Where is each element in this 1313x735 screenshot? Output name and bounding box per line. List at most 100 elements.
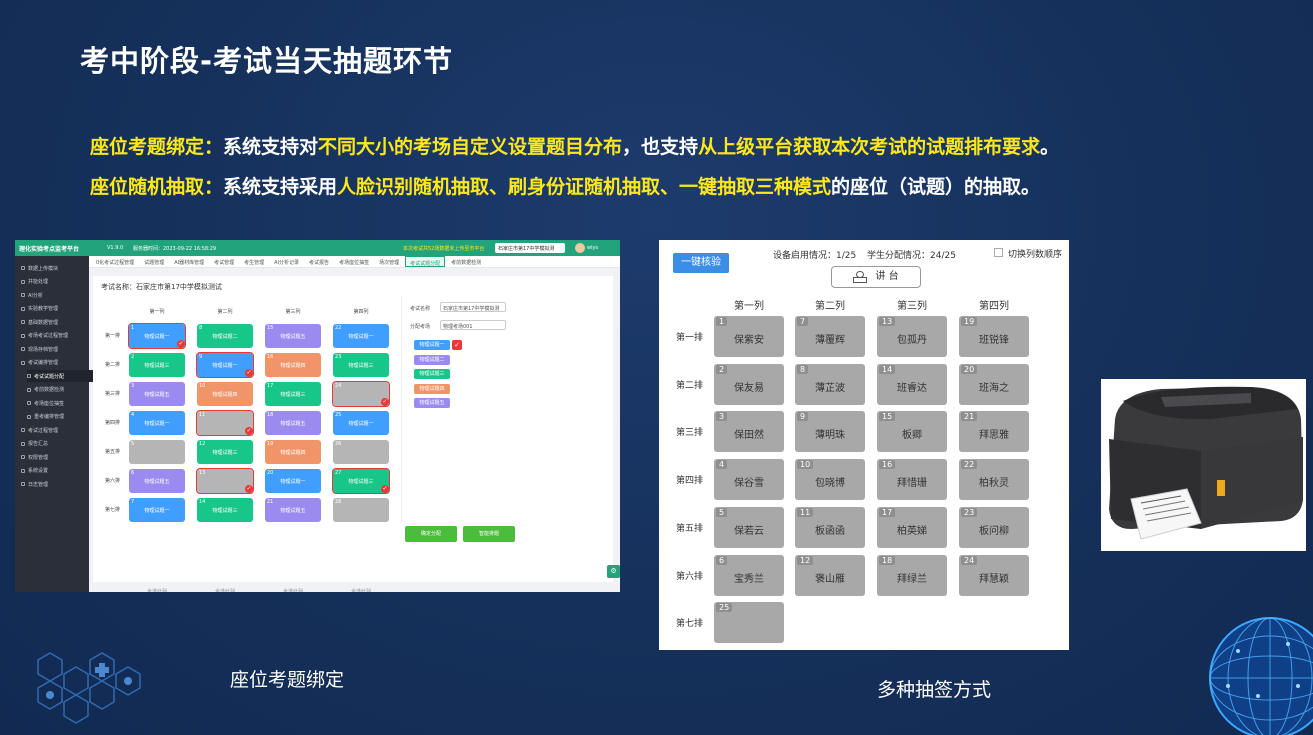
seat-cell[interactable]: 24 拜慧颖 — [959, 554, 1029, 596]
question-tag[interactable]: 物理试题四 — [414, 383, 450, 394]
select-all-column-checkbox[interactable]: 全选此列 — [333, 588, 389, 592]
seat-cell[interactable]: 12 物理试题三 — [197, 440, 253, 464]
seat-cell[interactable]: 1 物理试题一 ✓ — [128, 323, 186, 349]
avatar[interactable] — [575, 243, 585, 253]
seat-cell[interactable]: 28 — [333, 498, 389, 522]
seat-cell[interactable]: 19 班锐锋 — [959, 316, 1029, 357]
seat-cell[interactable]: 22 柏秋灵 — [959, 459, 1029, 501]
seat-cell[interactable]: 5 — [129, 440, 185, 464]
seat-cell[interactable]: 19 物理试题四 — [265, 440, 321, 464]
tab[interactable]: AI分析记录 — [270, 256, 303, 267]
seat-cell[interactable]: 7 薄覆辉 — [795, 316, 865, 357]
sidebar-item[interactable]: 考场座位抽签 — [27, 397, 95, 409]
seat-cell[interactable]: 4 保谷雪 — [714, 459, 784, 501]
seat-cell[interactable]: 26 — [333, 440, 389, 464]
exam-name-select[interactable]: 石家庄市第17中学模拟测 — [440, 302, 506, 312]
question-tag[interactable]: 物理试题三 — [414, 369, 450, 379]
one-click-verify-button[interactable]: 一键核验 — [673, 253, 729, 273]
seat-cell[interactable]: 21 物理试题五 — [265, 498, 321, 522]
room-select[interactable]: 物理考场001 — [440, 320, 506, 330]
sidebar-item[interactable]: 报告汇总 — [21, 438, 89, 450]
seat-cell[interactable]: 20 物理试题一 — [265, 469, 321, 493]
seat-cell[interactable]: 25 — [714, 602, 784, 644]
seat-cell[interactable]: 9 薄明珠 — [795, 411, 865, 453]
sidebar-item[interactable]: 考场考试过程管理 — [21, 330, 89, 342]
school-select[interactable]: 石家庄市第17中学模拟测 — [495, 243, 565, 253]
seat-cell[interactable]: 24 ✓ — [332, 381, 390, 407]
seat-cell[interactable]: 2 物理试题三 — [129, 353, 185, 377]
select-all-column-checkbox[interactable]: 全选此列 — [129, 588, 185, 592]
sidebar-item[interactable]: 重考编排管理 — [27, 411, 95, 423]
sidebar-item[interactable]: 考前数据检测 — [27, 384, 95, 396]
select-all-column-checkbox[interactable]: 全选此列 — [197, 588, 253, 592]
seat-cell[interactable]: 3 保田然 — [714, 411, 784, 453]
smart-arrange-button[interactable]: 智能排题 — [463, 526, 515, 542]
tab[interactable]: 0化考试过程管理 — [92, 256, 138, 267]
seat-cell[interactable]: 21 拜思雅 — [959, 411, 1029, 453]
question-tag[interactable]: 物理试题五 — [414, 398, 450, 408]
seat-cell[interactable]: 14 班睿达 — [877, 363, 947, 405]
seat-cell[interactable]: 16 拜惜珊 — [877, 459, 947, 501]
seat-cell[interactable]: 22 物理试题一 — [333, 324, 389, 348]
tab[interactable]: 考试试题分配 — [405, 256, 446, 267]
upload-notice[interactable]: 本次考试共52场数据未上传至市平台 — [403, 245, 484, 252]
sidebar-item[interactable]: 现场存档管理 — [21, 343, 89, 355]
seat-cell[interactable]: 17 柏英娣 — [877, 506, 947, 548]
seat-cell[interactable]: 23 板问柳 — [959, 506, 1029, 548]
seat-cell[interactable]: 9 物理试题一 ✓ — [196, 352, 254, 378]
seat-cell[interactable]: 13 包孤丹 — [877, 316, 947, 357]
tab[interactable]: 考试报告 — [305, 256, 333, 267]
seat-cell[interactable]: 8 薄芷波 — [795, 363, 865, 405]
settings-float-icon[interactable]: ⚙ — [607, 565, 620, 578]
sidebar-item[interactable]: 考试过程管理 — [21, 424, 89, 436]
seat-cell[interactable]: 17 物理试题三 — [265, 382, 321, 406]
seat-cell[interactable]: 15 物理试题五 — [265, 324, 321, 348]
seat-cell[interactable]: 11 板函函 — [795, 506, 865, 548]
sidebar-item[interactable]: 实验教学管理 — [21, 303, 89, 315]
sidebar-item[interactable]: 并能处理 — [21, 276, 89, 288]
seat-cell[interactable]: 27 物理试题三 ✓ — [332, 468, 390, 494]
tab[interactable]: 考生管理 — [240, 256, 268, 267]
select-all-column-checkbox[interactable]: 全选此列 — [265, 588, 321, 592]
tab[interactable]: 考试管理 — [210, 256, 238, 267]
question-tag[interactable]: 物理试题二 — [414, 354, 450, 365]
question-tag[interactable]: 物理试题一 — [414, 340, 450, 350]
sidebar-item[interactable]: 基础数据管理 — [21, 316, 89, 328]
sidebar-item[interactable]: 考试试题分配 — [27, 370, 95, 382]
seat-cell[interactable]: 8 物理试题二 — [197, 324, 253, 348]
seat-cell[interactable]: 4 物理试题一 — [129, 411, 185, 435]
tab[interactable]: AI器材库管理 — [170, 256, 208, 267]
tab[interactable]: 考场座位抽签 — [335, 256, 373, 267]
seat-cell[interactable]: 16 物理试题四 — [265, 353, 321, 377]
toggle-column-order-checkbox[interactable] — [994, 248, 1003, 257]
tab[interactable]: 场次管理 — [375, 256, 403, 267]
seat-cell[interactable]: 14 物理试题三 — [197, 498, 253, 522]
seat-cell[interactable]: 6 宝秀兰 — [714, 554, 784, 596]
tab[interactable]: 试题管理 — [140, 256, 168, 267]
seat-cell[interactable]: 18 物理试题五 — [265, 411, 321, 435]
seat-cell[interactable]: 11 ✓ — [196, 410, 254, 436]
seat-cell[interactable]: 1 保紫安 — [714, 316, 784, 357]
seat-cell[interactable]: 6 物理试题五 — [129, 469, 185, 493]
seat-cell[interactable]: 12 褒山雁 — [795, 554, 865, 596]
sidebar-item[interactable]: 日志管理 — [21, 478, 89, 490]
seat-cell[interactable]: 25 物理试题一 — [333, 411, 389, 435]
sidebar-item[interactable]: AI分析 — [21, 289, 89, 301]
seat-cell[interactable]: 18 拜绿兰 — [877, 554, 947, 596]
seat-cell[interactable]: 10 物理试题四 — [197, 382, 253, 406]
seat-cell[interactable]: 23 物理试题三 — [333, 353, 389, 377]
sidebar-item[interactable]: 数据上传模块 — [21, 262, 89, 274]
seat-cell[interactable]: 20 班海之 — [959, 363, 1029, 405]
seat-cell[interactable]: 15 板卿 — [877, 411, 947, 453]
seat-cell[interactable]: 3 物理试题五 — [129, 382, 185, 406]
seat-cell[interactable]: 5 保若云 — [714, 506, 784, 548]
seat-cell[interactable]: 7 物理试题一 — [129, 498, 185, 522]
confirm-assign-button[interactable]: 确定分配 — [405, 526, 457, 542]
sidebar-item[interactable]: 权限管理 — [21, 451, 89, 463]
tab[interactable]: 考前数据检测 — [447, 256, 485, 267]
user-name[interactable]: wlys — [587, 245, 598, 251]
seat-cell[interactable]: 2 保友易 — [714, 363, 784, 405]
seat-cell[interactable]: 13 ✓ — [196, 468, 254, 494]
seat-cell[interactable]: 10 包晓博 — [795, 459, 865, 501]
sidebar-item[interactable]: 考试编排管理 — [21, 357, 89, 369]
